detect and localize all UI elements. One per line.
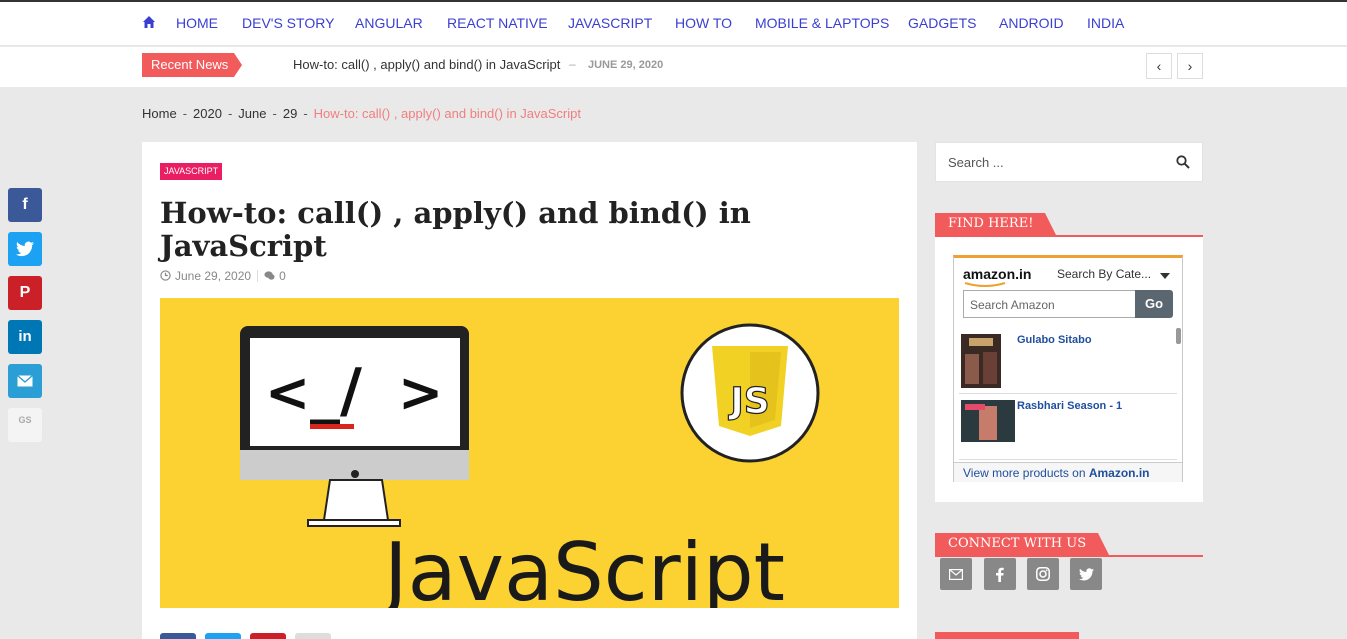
ticker-dash: – (569, 57, 576, 71)
breadcrumb: Home -2020- June -29- How-to: call() , apply… (142, 106, 581, 121)
email-share-button[interactable] (8, 364, 42, 398)
code-close-bracket: > (398, 361, 443, 424)
article-card: JAVASCRIPT How-to: call() , apply() and … (142, 142, 917, 639)
breadcrumb-day[interactable]: 29 (283, 106, 297, 121)
email-icon (17, 374, 33, 387)
twitter-icon (16, 241, 34, 257)
linkedin-icon: in (18, 328, 32, 345)
gs-icon: GS (18, 415, 32, 425)
breadcrumb-separator: - (182, 106, 188, 121)
ticker-date: JUNE 29, 2020 (588, 59, 664, 71)
code-open-bracket: < (265, 361, 310, 424)
bottom-pinterest-share[interactable] (250, 633, 286, 639)
comments-icon (264, 271, 275, 280)
amazon-footer-brand: Amazon.in (1088, 466, 1150, 480)
comment-count[interactable]: 0 (279, 269, 286, 283)
connect-header: CONNECT WITH US (935, 533, 1203, 557)
bottom-twitter-share[interactable] (205, 633, 241, 639)
bottom-facebook-share[interactable] (160, 633, 196, 639)
twitter-icon (1079, 568, 1094, 581)
amazon-product[interactable]: Rasbhari Season - 1 (959, 394, 1177, 460)
breadcrumb-separator: - (303, 106, 308, 121)
ticker-headline[interactable]: How-to: call() , apply() and bind() in J… (293, 57, 560, 72)
amazon-category-select[interactable]: Search By Cate... (1057, 267, 1151, 281)
product-thumbnail (961, 400, 1015, 442)
home-icon[interactable] (142, 15, 156, 29)
javascript-illustration: < _/ > JS JavaScript (240, 323, 820, 608)
amazon-footer-text: View more products on (963, 466, 1089, 480)
product-thumbnail (961, 334, 1001, 388)
article-title: How-to: call() , apply() and bind() in J… (160, 196, 751, 263)
envelope-icon (949, 569, 964, 581)
category-tag[interactable]: JAVASCRIPT (160, 163, 223, 180)
product-name[interactable]: Rasbhari Season - 1 (1017, 400, 1122, 412)
meta-divider (257, 270, 259, 282)
code-slash: _/ (310, 356, 362, 426)
article-meta: June 29, 2020 0 (160, 269, 286, 283)
amazon-logo: amazon.in (963, 266, 1032, 282)
amazon-smile-icon (964, 282, 1006, 287)
breadcrumb-year[interactable]: 2020 (193, 106, 222, 121)
find-here-title: FIND HERE! (935, 213, 1057, 235)
amazon-search-input[interactable]: Search Amazon (963, 290, 1136, 318)
featured-image: < _/ > JS JavaScript (160, 298, 899, 608)
ticker-next-button[interactable]: › (1177, 53, 1203, 79)
nav-item-how-to[interactable]: HOW TO (675, 15, 732, 31)
nav-item-angular[interactable]: ANGULAR (355, 15, 423, 31)
twitter-share-button[interactable] (8, 232, 42, 266)
amazon-scrollbar[interactable] (1176, 328, 1181, 344)
main-navigation: HOME DEV'S STORY ANGULAR REACT NATIVE JA… (0, 2, 1347, 46)
nav-item-devs-story[interactable]: DEV'S STORY (242, 15, 334, 31)
nav-item-india[interactable]: INDIA (1087, 15, 1124, 31)
bottom-more-share[interactable] (295, 633, 331, 639)
amazon-footer-link[interactable]: View more products on Amazon.in (954, 462, 1182, 482)
nav-item-react-native[interactable]: REACT NATIVE (447, 15, 548, 31)
recent-news-ticker: Recent News How-to: call() , apply() and… (0, 47, 1347, 87)
linkedin-share-button[interactable]: in (8, 320, 42, 354)
instagram-connect-button[interactable] (1027, 558, 1059, 590)
amazon-product[interactable]: Gulabo Sitabo (959, 328, 1177, 394)
search-input[interactable]: Search ... (948, 155, 1004, 170)
connect-title: CONNECT WITH US (935, 533, 1110, 555)
pinterest-share-button[interactable]: P (8, 276, 42, 310)
pinterest-icon: P (19, 284, 31, 301)
next-widget-header (935, 632, 1079, 639)
nav-item-android[interactable]: ANDROID (999, 15, 1064, 31)
facebook-icon: f (22, 196, 28, 213)
product-name[interactable]: Gulabo Sitabo (1017, 334, 1092, 346)
js-badge: JS (727, 381, 769, 422)
sidebar-search: Search ... (935, 142, 1203, 182)
clock-icon (160, 270, 171, 281)
instagram-icon (1036, 567, 1050, 581)
more-share-button[interactable]: GS (8, 408, 42, 442)
chevron-down-icon[interactable] (1160, 273, 1170, 279)
facebook-share-button[interactable]: f (8, 188, 42, 222)
facebook-connect-button[interactable] (984, 558, 1016, 590)
breadcrumb-separator: - (227, 106, 233, 121)
amazon-go-button[interactable]: Go (1135, 290, 1173, 318)
find-here-header: FIND HERE! (935, 213, 1203, 237)
javascript-wordmark: JavaScript (379, 526, 785, 608)
breadcrumb-current: How-to: call() , apply() and bind() in J… (313, 106, 581, 121)
nav-item-gadgets[interactable]: GADGETS (908, 15, 976, 31)
ticker-prev-button[interactable]: ‹ (1146, 53, 1172, 79)
nav-item-home[interactable]: HOME (176, 15, 218, 31)
breadcrumb-home[interactable]: Home (142, 106, 177, 121)
amazon-widget: amazon.in Search By Cate... Search Amazo… (953, 255, 1183, 482)
search-icon[interactable] (1176, 155, 1190, 169)
nav-item-mobile-laptops[interactable]: MOBILE & LAPTOPS (755, 15, 889, 31)
email-connect-button[interactable] (940, 558, 972, 590)
find-here-widget: amazon.in Search By Cate... Search Amazo… (935, 237, 1203, 502)
facebook-icon (996, 567, 1004, 582)
recent-news-label: Recent News (142, 53, 242, 77)
nav-item-javascript[interactable]: JAVASCRIPT (568, 15, 652, 31)
twitter-connect-button[interactable] (1070, 558, 1102, 590)
breadcrumb-month[interactable]: June (238, 106, 266, 121)
breadcrumb-separator: - (272, 106, 277, 121)
article-date: June 29, 2020 (175, 269, 252, 283)
